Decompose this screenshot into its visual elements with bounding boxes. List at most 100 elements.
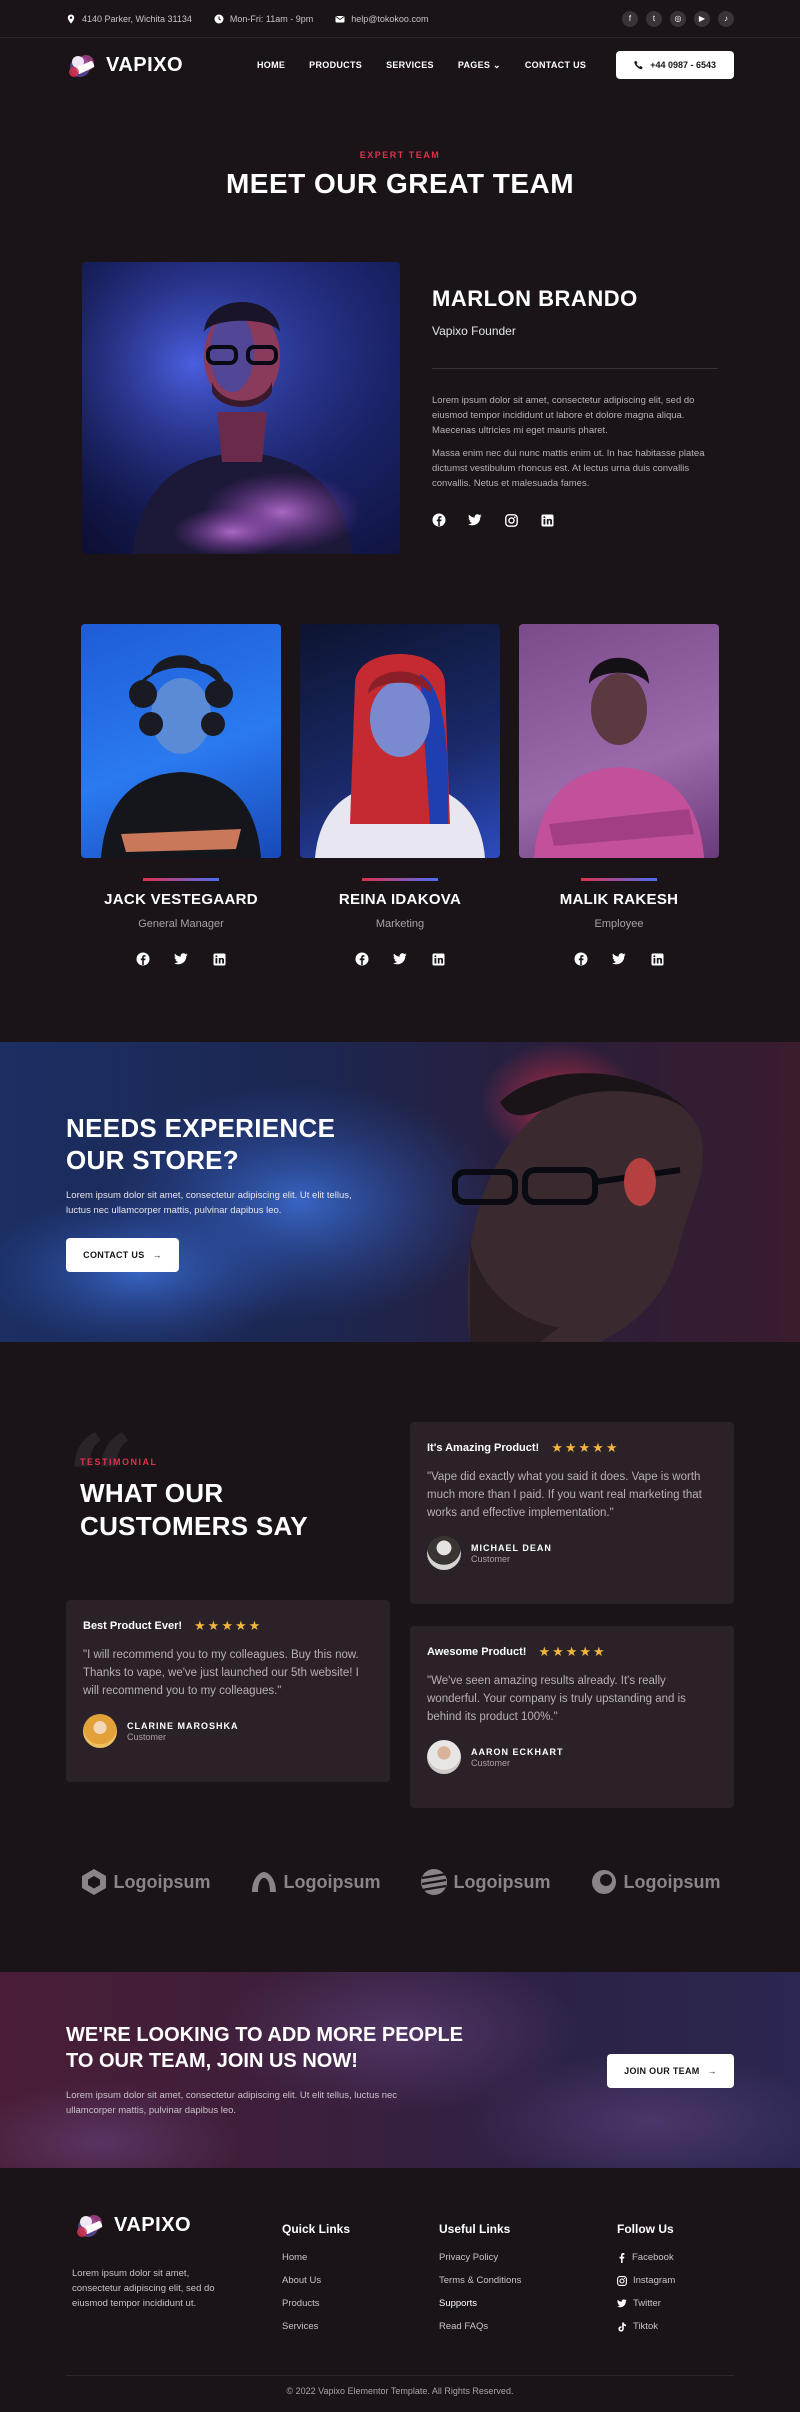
- rating-stars: ★★★★★: [538, 1644, 607, 1659]
- accent-bar: [143, 878, 219, 881]
- partner-logo: Logoipsum: [590, 1868, 721, 1896]
- hours-info: Mon-Fri: 11am - 9pm: [214, 14, 313, 24]
- partner-logo-text: Logoipsum: [283, 1871, 381, 1892]
- vape-logo-icon: [77, 2215, 103, 2237]
- testimonial-title-line-1: WHAT OUR: [80, 1478, 224, 1508]
- testimonial-title: WHAT OUR CUSTOMERS SAY: [80, 1477, 308, 1543]
- footer-description: Lorem ipsum dolor sit amet, consectetur …: [72, 2268, 215, 2309]
- arch-logo-icon: [251, 1872, 276, 1892]
- footer-brand-logo[interactable]: VAPIXO: [74, 2210, 191, 2240]
- join-text: Lorem ipsum dolor sit amet, consectetur …: [66, 2090, 398, 2116]
- footer-social-twitter[interactable]: Twitter: [617, 2298, 675, 2309]
- footer-link-supports[interactable]: Supports: [439, 2298, 521, 2309]
- contact-us-button[interactable]: CONTACT US →: [66, 1238, 179, 1272]
- rating-stars: ★★★★★: [551, 1440, 620, 1455]
- featured-member-bio-1: Lorem ipsum dolor sit amet, consectetur …: [432, 395, 695, 436]
- instagram-icon[interactable]: ◎: [670, 10, 686, 27]
- testimonial-header: Awesome Product! ★★★★★: [427, 1644, 717, 1660]
- member-photo: [300, 624, 500, 858]
- user-role: Customer: [471, 1757, 511, 1768]
- instagram-icon[interactable]: [504, 513, 518, 527]
- nav-item-home[interactable]: HOME: [257, 60, 285, 71]
- member-role: Employee: [594, 918, 644, 930]
- facebook-icon[interactable]: [136, 952, 150, 966]
- address-text: 4140 Parker, Wichita 31134: [82, 13, 192, 24]
- portrait-illustration: [315, 654, 485, 858]
- footer-link-about[interactable]: About Us: [282, 2275, 350, 2286]
- footer-link-faqs[interactable]: Read FAQs: [439, 2321, 521, 2332]
- user-name: AARON ECKHART: [471, 1746, 564, 1757]
- facebook-icon[interactable]: f: [622, 10, 638, 27]
- footer-social-tiktok[interactable]: Tiktok: [617, 2321, 675, 2332]
- footer-link-products[interactable]: Products: [282, 2298, 350, 2309]
- linkedin-icon[interactable]: [431, 952, 445, 966]
- brand-name: VAPIXO: [114, 2213, 192, 2236]
- facebook-icon[interactable]: [432, 513, 446, 527]
- footer-link-home[interactable]: Home: [282, 2252, 350, 2263]
- member-role: Marketing: [375, 918, 425, 930]
- team-card-jack: JACK VESTEGAARD General Manager: [81, 624, 281, 966]
- location-pin-icon: [67, 14, 75, 23]
- youtube-icon[interactable]: ▶: [694, 10, 710, 27]
- divider: [432, 368, 718, 369]
- social-label: Tiktok: [633, 2321, 658, 2332]
- member-socials: [519, 952, 719, 966]
- brand-logo[interactable]: VAPIXO: [66, 50, 183, 80]
- join-team-section: WE'RE LOOKING TO ADD MORE PEOPLE TO OUR …: [0, 1972, 800, 2168]
- store-banner: NEEDS EXPERIENCE OUR STORE? Lorem ipsum d…: [0, 1042, 800, 1342]
- join-team-button[interactable]: JOIN OUR TEAM →: [607, 2054, 734, 2088]
- footer-heading: Follow Us: [617, 2222, 674, 2236]
- member-name: MALIK RAKESH: [559, 891, 679, 908]
- portrait-illustration: [534, 657, 704, 858]
- partner-logos: Logoipsum Logoipsum Logoipsum Logoipsum: [0, 1868, 800, 1896]
- testimonial-title-line-2: CUSTOMERS SAY: [80, 1511, 308, 1541]
- member-name: JACK VESTEGAARD: [104, 891, 258, 908]
- testimonial-header: Best Product Ever! ★★★★★: [83, 1618, 373, 1634]
- banner-title: NEEDS EXPERIENCE OUR STORE?: [66, 1112, 335, 1176]
- footer-social-facebook[interactable]: Facebook: [617, 2252, 675, 2263]
- nav-item-services[interactable]: SERVICES: [386, 60, 434, 71]
- twitter-icon[interactable]: [468, 513, 482, 527]
- twitter-icon[interactable]: t: [646, 10, 662, 27]
- footer-quick-links: Quick Links Home About Us Products Servi…: [282, 2222, 350, 2344]
- page: 4140 Parker, Wichita 31134 Mon-Fri: 11am…: [0, 0, 800, 2412]
- linkedin-icon[interactable]: [212, 952, 226, 966]
- contact-us-label: CONTACT US: [83, 1250, 145, 1260]
- tiktok-icon[interactable]: ♪: [718, 10, 734, 27]
- testimonial-text: "We've seen amazing results already. It'…: [427, 1675, 686, 1723]
- twitter-icon[interactable]: [174, 952, 188, 966]
- email-info[interactable]: help@tokokoo.com: [335, 14, 428, 24]
- email-text[interactable]: help@tokokoo.com: [351, 14, 428, 24]
- featured-member-info: MARLON BRANDO Vapixo Founder Lorem ipsum…: [432, 286, 718, 527]
- avatar: [427, 1536, 461, 1570]
- testimonial-user: MICHAEL DEAN Customer: [427, 1536, 717, 1570]
- linkedin-icon[interactable]: [650, 952, 664, 966]
- arrow-right-icon: →: [152, 1250, 162, 1260]
- user-role: Customer: [471, 1553, 511, 1564]
- footer: VAPIXO Lorem ipsum dolor sit amet, conse…: [0, 2168, 800, 2412]
- footer-link-terms[interactable]: Terms & Conditions: [439, 2275, 521, 2286]
- featured-member-role: Vapixo Founder: [432, 324, 516, 338]
- nav-item-pages[interactable]: PAGES ⌄: [458, 60, 501, 71]
- partner-logo-text: Logoipsum: [113, 1871, 211, 1892]
- member-role: General Manager: [138, 918, 224, 930]
- facebook-icon[interactable]: [574, 952, 588, 966]
- hexagon-logo-icon: [81, 1869, 106, 1895]
- member-photo: [81, 624, 281, 858]
- footer-social-instagram[interactable]: Instagram: [617, 2275, 675, 2286]
- team-title: MEET OUR GREAT TEAM: [225, 168, 575, 199]
- footer-link-services[interactable]: Services: [282, 2321, 350, 2332]
- ring-logo-icon: [591, 1870, 616, 1894]
- facebook-icon[interactable]: [355, 952, 369, 966]
- nav-item-contact[interactable]: CONTACT US: [525, 60, 586, 71]
- linkedin-icon[interactable]: [540, 513, 554, 527]
- nav-item-products[interactable]: PRODUCTS: [309, 60, 362, 71]
- copyright: © 2022 Vapixo Elementor Template. All Ri…: [66, 2375, 734, 2396]
- testimonial-user: CLARINE MAROSHKA Customer: [83, 1714, 373, 1748]
- twitter-icon[interactable]: [612, 952, 626, 966]
- facebook-icon: [619, 2252, 625, 2263]
- twitter-icon[interactable]: [393, 952, 407, 966]
- footer-link-privacy[interactable]: Privacy Policy: [439, 2252, 521, 2263]
- phone-button[interactable]: +44 0987 - 6543: [616, 51, 734, 79]
- portrait-illustration: [82, 262, 400, 554]
